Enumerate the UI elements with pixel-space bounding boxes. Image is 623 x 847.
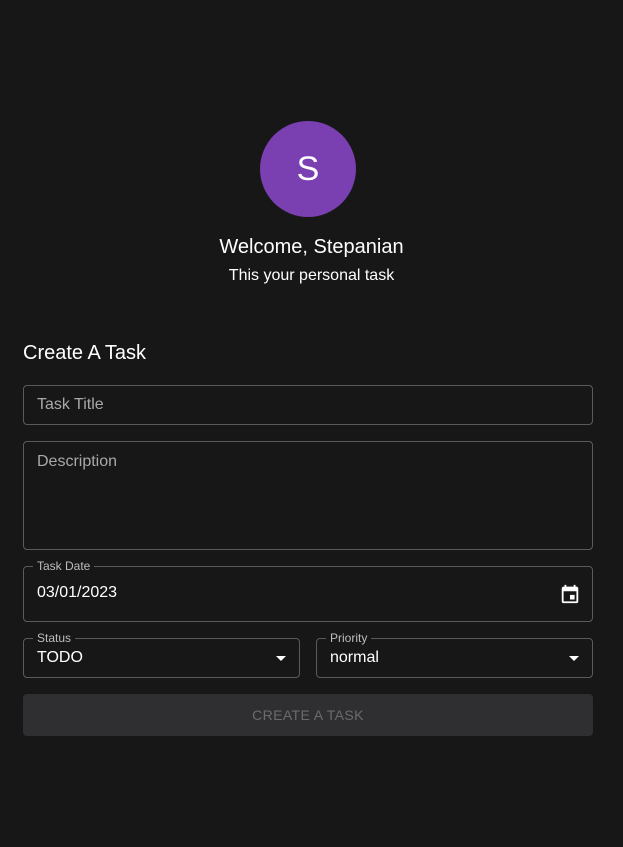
task-title-input[interactable]: Task Title <box>23 385 593 425</box>
priority-dropdown-arrow-icon <box>569 656 579 661</box>
status-label: Status <box>33 631 76 645</box>
calendar-icon[interactable] <box>559 583 581 605</box>
task-page: S Welcome, Stepanian This your personal … <box>0 0 623 847</box>
welcome-subtitle: This your personal task <box>228 267 395 284</box>
welcome-heading: Welcome, Stepanian <box>219 236 404 258</box>
task-date-value: 03/01/2023 <box>37 584 118 601</box>
task-date-label: Task Date <box>33 559 95 573</box>
avatar: S <box>260 121 356 217</box>
description-textarea[interactable]: Description <box>23 441 593 550</box>
priority-label: Priority <box>326 631 372 645</box>
status-dropdown-arrow-icon <box>276 656 286 661</box>
priority-value: normal <box>330 649 379 666</box>
status-select[interactable]: Status TODO <box>23 631 300 678</box>
form-title: Create A Task <box>23 342 147 364</box>
avatar-initial: S <box>296 149 320 188</box>
create-task-button-label: CREATE A TASK <box>252 707 364 723</box>
status-value: TODO <box>37 649 83 666</box>
description-placeholder: Description <box>37 453 118 470</box>
task-date-field[interactable]: Task Date 03/01/2023 <box>23 559 593 622</box>
task-title-placeholder: Task Title <box>37 396 104 413</box>
create-task-button[interactable]: CREATE A TASK <box>23 694 593 736</box>
priority-select[interactable]: Priority normal <box>316 631 593 678</box>
